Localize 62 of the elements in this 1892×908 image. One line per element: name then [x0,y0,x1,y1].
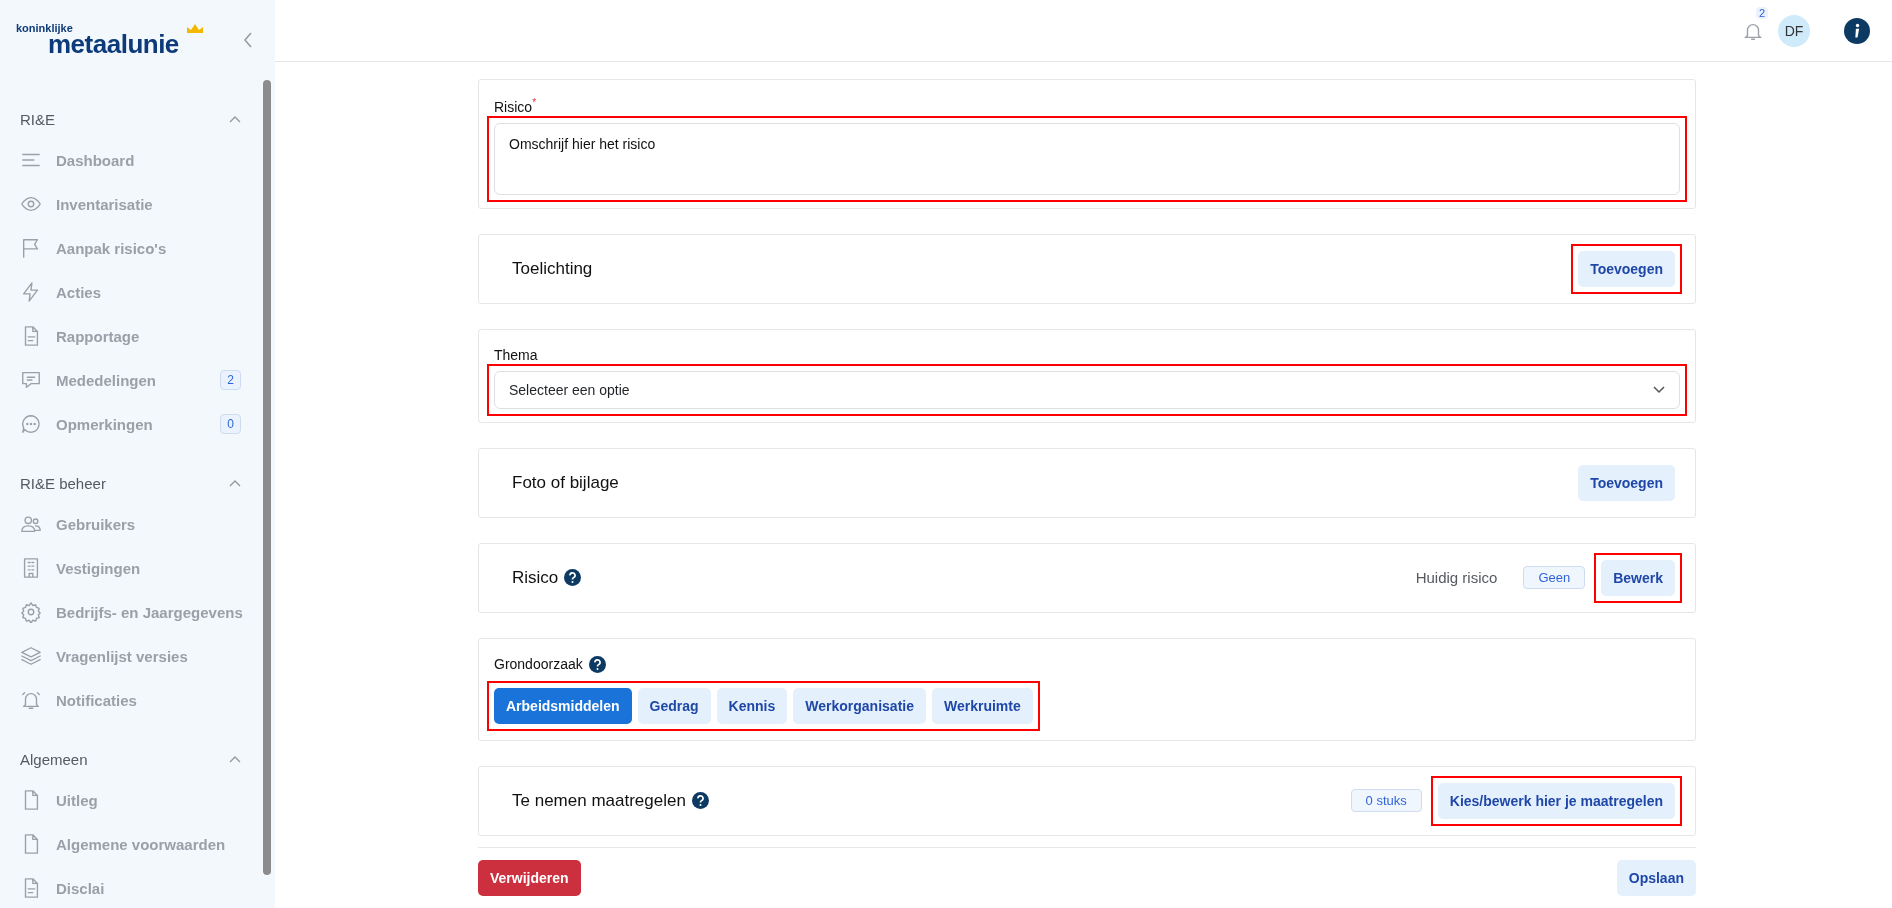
card-title: Risico [512,567,559,588]
section-title: RI&E [20,110,55,128]
option-chip[interactable]: Kennis [716,687,788,724]
nav-item[interactable]: Notificaties [20,678,241,722]
choose-measures-button[interactable]: Kies/bewerk hier je maatregelen [1437,782,1675,819]
nav-item[interactable]: Vestigingen [20,546,241,590]
option-chip[interactable]: Gedrag [637,687,711,724]
current-risk-label: Huidig risico [1415,569,1498,587]
edit-button[interactable]: Bewerk [1601,559,1675,596]
info-icon[interactable] [1844,17,1870,44]
option-chip[interactable]: Arbeidsmiddelen [494,687,632,724]
option-chip[interactable]: Werkorganisatie [793,687,926,724]
theme-select[interactable]: Selecteer een optie [494,370,1680,409]
scrollbar[interactable] [263,80,271,875]
section-title: RI&E beheer [20,474,106,492]
chat-icon [20,369,42,391]
nav-item[interactable]: Disclai [20,866,241,908]
nav-item[interactable]: Rapportage [20,314,241,358]
chevron-icon[interactable] [229,755,241,763]
nav-item[interactable]: Gebruikers [20,502,241,546]
bell-icon [20,689,42,711]
nav-item[interactable]: Dashboard [20,138,241,182]
speech-bubble-icon [20,413,42,435]
risk-level-tag: Geen [1523,566,1586,590]
avatar[interactable]: DF [1778,14,1810,47]
layers-icon [20,645,42,667]
card-title: Te nemen maatregelen [512,790,686,811]
chevron-icon[interactable] [229,115,241,123]
nav-item[interactable]: Opmerkingen 0 [20,402,241,446]
help-icon[interactable] [588,655,606,673]
help-icon[interactable] [564,569,582,587]
help-icon[interactable] [691,792,709,810]
count-badge: 2 [220,370,241,390]
settings-icon [20,601,42,623]
risk-textarea[interactable]: Omschrijf hier het risico [494,122,1680,195]
notification-badge: 2 [1756,6,1769,19]
nav-item[interactable]: Inventarisatie [20,182,241,226]
card-title: Foto of bijlage [512,472,619,493]
field-label: Grondoorzaak [494,656,583,673]
users-icon [20,513,42,535]
chevron-icon[interactable] [229,479,241,487]
nav-item[interactable]: Uitleg [20,778,241,822]
chevron-icon [1653,385,1665,394]
collapse-icon[interactable] [243,31,253,49]
card-title: Toelichting [512,258,593,279]
nav-item[interactable]: Mededelingen 2 [20,358,241,402]
option-chip[interactable]: Werkruimte [931,687,1033,724]
nav-item[interactable]: Algemene voorwaarden [20,822,241,866]
save-button[interactable]: Opslaan [1616,859,1696,896]
nav-item[interactable]: Vragenlijst versies [20,634,241,678]
add-button[interactable]: Toevoegen [1578,250,1675,287]
add-button[interactable]: Toevoegen [1578,464,1675,501]
field-label: Thema [494,346,539,363]
nav-item[interactable]: Bedrijfs- en Jaargegevens [20,590,241,634]
count-tag: 0 stuks [1350,789,1422,813]
logo: koninklijke metaalunie [16,23,205,57]
nav-item[interactable]: Acties [20,270,241,314]
delete-button[interactable]: Verwijderen [478,859,581,896]
count-badge: 0 [220,414,241,434]
field-label: Risico$^{*}$ [494,97,538,115]
section-title: Algemeen [20,750,88,768]
nav-item[interactable]: Aanpak risico's [20,226,241,270]
